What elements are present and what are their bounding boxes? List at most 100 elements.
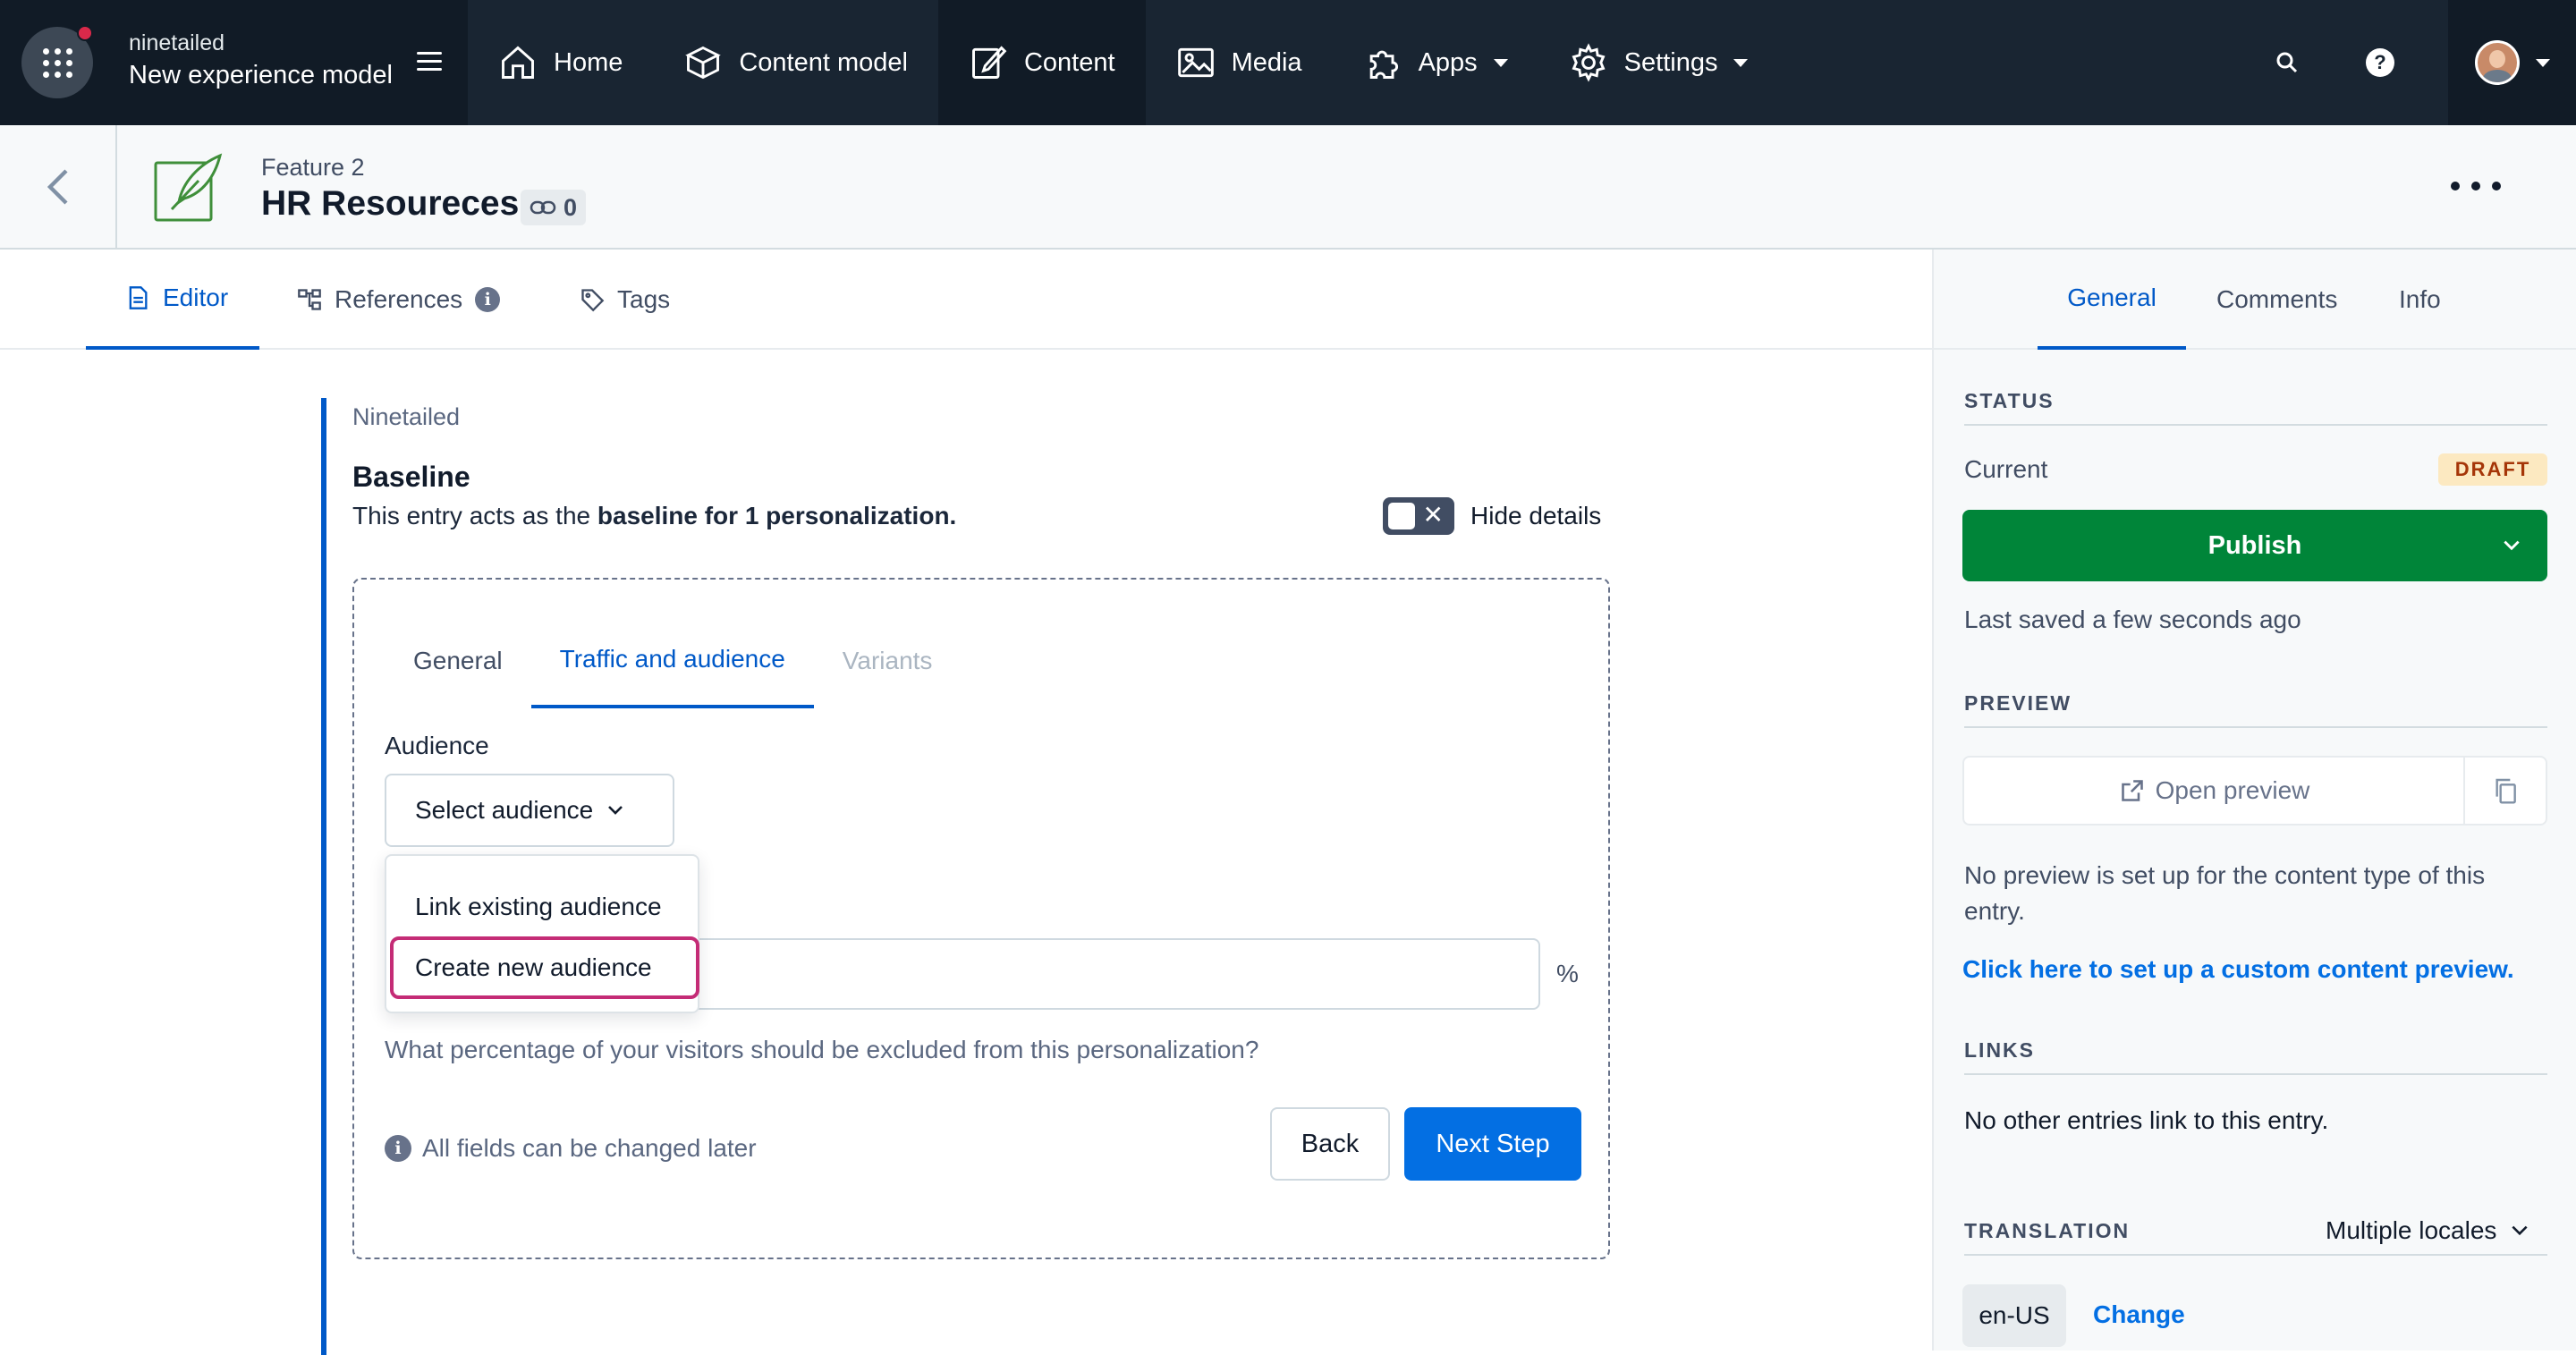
home-icon bbox=[502, 46, 534, 79]
avatar bbox=[2474, 40, 2520, 85]
links-heading: LINKS bbox=[1964, 1038, 2547, 1075]
baseline-description: This entry acts as the baseline for 1 pe… bbox=[352, 502, 957, 529]
references-icon bbox=[298, 289, 321, 310]
tab-variants[interactable]: Variants bbox=[814, 614, 962, 708]
info-icon: i bbox=[475, 287, 501, 312]
sidebar-tab-comments[interactable]: Comments bbox=[2216, 250, 2337, 350]
more-actions-button[interactable] bbox=[2451, 168, 2501, 204]
media-icon bbox=[1177, 47, 1214, 78]
setup-preview-link[interactable]: Click here to set up a custom content pr… bbox=[1962, 955, 2514, 984]
settings-icon bbox=[1572, 43, 1606, 82]
open-preview-control: Open preview bbox=[1962, 756, 2547, 826]
open-preview-button[interactable]: Open preview bbox=[1964, 758, 2465, 824]
hide-details-toggle[interactable]: ✕ Hide details bbox=[1383, 497, 1601, 535]
tab-references[interactable]: References i bbox=[297, 250, 501, 350]
percent-sign: % bbox=[1556, 960, 1579, 987]
link-icon bbox=[530, 200, 556, 215]
toggle-label: Hide details bbox=[1470, 502, 1602, 529]
sidebar-tabs: General Comments Info bbox=[1934, 250, 2576, 350]
personalization-panel: General Traffic and audience Variants Au… bbox=[352, 578, 1610, 1259]
nav-content[interactable]: Content bbox=[937, 0, 1146, 125]
status-heading: STATUS bbox=[1964, 389, 2547, 426]
content-type-name: Feature 2 bbox=[261, 154, 365, 181]
audience-label: Audience bbox=[385, 732, 489, 759]
back-step-button[interactable]: Back bbox=[1270, 1107, 1390, 1181]
search-icon bbox=[2276, 52, 2298, 73]
caret-down-icon bbox=[1493, 58, 1508, 67]
highlight-outline bbox=[390, 936, 699, 999]
search-button[interactable] bbox=[2241, 0, 2334, 125]
external-link-icon bbox=[2121, 780, 2143, 801]
chevron-left-icon bbox=[47, 168, 68, 205]
percentage-help-text: What percentage of your visitors should … bbox=[385, 1036, 1259, 1063]
entry-title: HR Resoureces bbox=[261, 184, 520, 223]
caret-down-icon bbox=[2535, 58, 2550, 67]
tab-references-label: References bbox=[335, 285, 463, 313]
chevron-down-icon bbox=[2504, 540, 2520, 551]
locales-select[interactable]: Multiple locales bbox=[2326, 1216, 2530, 1245]
reference-count: 0 bbox=[564, 193, 578, 221]
chevron-down-icon bbox=[2512, 1225, 2528, 1236]
tab-editor[interactable]: Editor bbox=[86, 250, 259, 350]
back-button[interactable] bbox=[0, 125, 117, 248]
tag-icon bbox=[581, 289, 605, 312]
content-model-icon bbox=[685, 46, 722, 80]
close-icon: ✕ bbox=[1422, 501, 1444, 529]
baseline-count: baseline for 1 personalization. bbox=[597, 502, 957, 529]
nav-home[interactable]: Home bbox=[468, 0, 653, 125]
document-icon bbox=[129, 286, 148, 309]
toggle-switch[interactable]: ✕ bbox=[1383, 497, 1454, 535]
nav-media[interactable]: Media bbox=[1146, 0, 1333, 125]
copy-icon bbox=[2496, 778, 2516, 804]
tab-general[interactable]: General bbox=[385, 614, 531, 708]
select-audience-button[interactable]: Select audience bbox=[385, 774, 674, 847]
grid-icon bbox=[42, 47, 72, 78]
nav-media-label: Media bbox=[1231, 47, 1302, 77]
tab-tags[interactable]: Tags bbox=[580, 250, 670, 350]
current-label: Current bbox=[1964, 455, 2048, 483]
menu-icon[interactable] bbox=[417, 52, 442, 76]
change-locale-link[interactable]: Change bbox=[2093, 1300, 2185, 1329]
tab-editor-label: Editor bbox=[163, 284, 229, 311]
notification-dot bbox=[77, 25, 93, 41]
content-icon bbox=[972, 46, 1007, 79]
help-button[interactable]: ? bbox=[2334, 0, 2427, 125]
fields-note: i All fields can be changed later bbox=[385, 1134, 757, 1163]
nav-content-model-label: Content model bbox=[739, 47, 908, 77]
entry-header: Feature 2 HR Resoureces 0 bbox=[0, 125, 2576, 250]
locale-chip: en-US bbox=[1962, 1284, 2066, 1347]
nav-settings[interactable]: Settings bbox=[1538, 0, 1779, 125]
references-badge[interactable]: 0 bbox=[521, 190, 587, 225]
nav-settings-label: Settings bbox=[1623, 47, 1718, 77]
editor-tabs: Editor References i Tags bbox=[0, 250, 1932, 350]
space-name: New experience model bbox=[129, 61, 393, 89]
more-icon bbox=[2451, 182, 2460, 191]
nav-content-model[interactable]: Content model bbox=[653, 0, 938, 125]
account-menu[interactable] bbox=[2448, 0, 2576, 125]
tab-traffic-and-audience[interactable]: Traffic and audience bbox=[530, 614, 814, 708]
links-text: No other entries link to this entry. bbox=[1964, 1106, 2329, 1134]
sidebar-tab-info[interactable]: Info bbox=[2399, 250, 2441, 350]
field-label: Ninetailed bbox=[352, 403, 461, 430]
sidebar-tab-general[interactable]: General bbox=[2038, 250, 2186, 350]
field-focus-bar bbox=[321, 398, 326, 1355]
status-badge: DRAFT bbox=[2438, 453, 2547, 486]
info-icon: i bbox=[385, 1135, 411, 1162]
preview-heading: PREVIEW bbox=[1964, 691, 2547, 728]
next-step-button[interactable]: Next Step bbox=[1404, 1107, 1581, 1181]
personalization-tabs: General Traffic and audience Variants bbox=[385, 614, 961, 708]
help-icon: ? bbox=[2366, 48, 2394, 77]
nav-home-label: Home bbox=[554, 47, 623, 77]
link-existing-audience-option[interactable]: Link existing audience bbox=[386, 874, 698, 940]
org-switcher[interactable]: ninetailed New experience model bbox=[0, 0, 468, 125]
no-preview-text: No preview is set up for the content typ… bbox=[1964, 861, 2486, 925]
nav-apps[interactable]: Apps bbox=[1333, 0, 1538, 125]
chevron-down-icon bbox=[608, 806, 623, 815]
publish-options-button[interactable] bbox=[2476, 510, 2547, 581]
publish-button[interactable]: Publish bbox=[1962, 510, 2547, 581]
audience-dropdown: Link existing audience Create new audien… bbox=[385, 854, 699, 1013]
copy-preview-link-button[interactable] bbox=[2463, 758, 2546, 824]
last-saved-text: Last saved a few seconds ago bbox=[1964, 606, 2301, 633]
apps-icon bbox=[1369, 50, 1398, 79]
editor-main: Ninetailed Baseline This entry acts as t… bbox=[0, 350, 1932, 1355]
